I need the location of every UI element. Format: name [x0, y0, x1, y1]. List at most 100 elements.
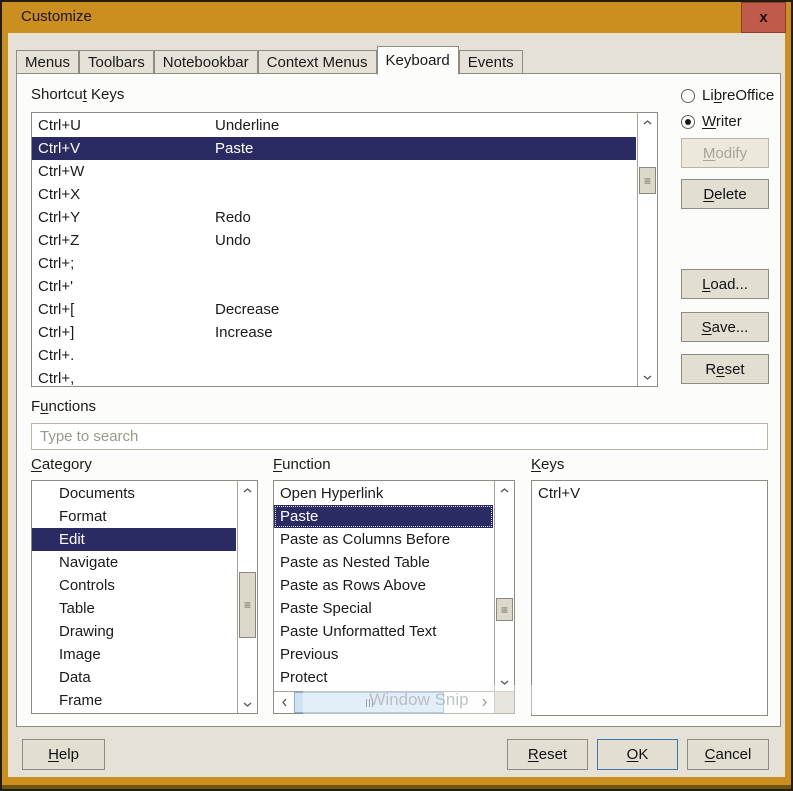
function-label: Function — [273, 456, 331, 473]
function-row[interactable]: Paste Unformatted Text — [274, 620, 493, 643]
function-vscrollbar[interactable]: ≡ — [494, 481, 514, 691]
shortcut-row[interactable]: Ctrl+[Decrease — [32, 298, 636, 321]
ok-button[interactable]: OK — [597, 739, 678, 770]
category-row[interactable]: Navigate — [32, 551, 236, 574]
shortcut-key-cell: Ctrl+. — [38, 347, 74, 364]
chevron-up-icon — [243, 488, 252, 493]
radio-libreoffice[interactable]: LibreOffice — [681, 87, 774, 104]
cancel-button[interactable]: Cancel — [687, 739, 769, 770]
shortcut-key-cell: Ctrl+Y — [38, 209, 80, 226]
function-hscrollbar[interactable] — [274, 691, 494, 713]
chevron-up-icon — [500, 488, 509, 493]
shortcut-row[interactable]: Ctrl+V Paste — [32, 137, 636, 160]
category-row[interactable]: Image — [32, 643, 236, 666]
shortcut-row[interactable]: Ctrl+. — [32, 344, 636, 367]
modify-button[interactable]: Modify — [681, 138, 769, 168]
scrollbar-corner — [494, 691, 514, 713]
shortcut-row[interactable]: Ctrl+Y Redo — [32, 206, 636, 229]
tab-menus[interactable]: Menus — [16, 50, 79, 74]
shortcut-command-cell: Increase — [215, 321, 273, 344]
category-scrollbar[interactable]: ≡ — [237, 481, 257, 713]
chevron-up-icon — [643, 120, 652, 125]
reset-keyboard-button[interactable]: Reset — [681, 354, 769, 384]
grip-icon: ≡ — [244, 599, 251, 611]
hscroll-thumb[interactable] — [294, 692, 444, 713]
shortcut-key-cell: Ctrl+V — [38, 140, 80, 157]
shortcut-command-cell: Underline — [215, 114, 279, 137]
keys-label: Keys — [531, 456, 564, 473]
tab-events[interactable]: Events — [459, 50, 523, 74]
shortcut-row[interactable]: Ctrl+ZUndo — [32, 229, 636, 252]
tab-keyboard[interactable]: Keyboard — [377, 46, 459, 75]
tab-notebookbar[interactable]: Notebookbar — [154, 50, 258, 74]
tab-toolbars[interactable]: Toolbars — [79, 50, 154, 74]
function-row[interactable]: Open Hyperlink — [274, 482, 493, 505]
delete-button[interactable]: Delete — [681, 179, 769, 209]
shortcut-keys-label: Shortcut Keys — [31, 86, 124, 103]
function-rows: Open HyperlinkPastePaste as Columns Befo… — [274, 482, 493, 689]
category-row[interactable]: Table — [32, 597, 236, 620]
keys-rows: Ctrl+V — [532, 482, 767, 505]
category-row[interactable]: Controls — [32, 574, 236, 597]
radio-writer[interactable]: Writer — [681, 113, 742, 130]
category-row[interactable]: Format — [32, 505, 236, 528]
shortcut-row[interactable]: Ctrl+] Increase — [32, 321, 636, 344]
keys-row[interactable]: Ctrl+V — [532, 482, 767, 505]
shortcut-key-cell: Ctrl+Z — [38, 232, 79, 249]
scroll-right-arrow[interactable] — [474, 692, 494, 713]
category-row[interactable]: Frame — [32, 689, 236, 712]
shortcut-key-cell: Ctrl+[ — [38, 301, 74, 318]
shortcut-command-cell: Paste — [215, 137, 253, 160]
category-row[interactable]: Drawing — [32, 620, 236, 643]
function-row[interactable]: Paste — [274, 505, 493, 528]
tab-bar: MenusToolbarsNotebookbarContext MenusKey… — [16, 45, 523, 74]
scroll-up-arrow[interactable] — [638, 113, 657, 131]
category-row[interactable]: Edit — [32, 528, 236, 551]
category-row[interactable]: Documents — [32, 482, 236, 505]
scroll-thumb[interactable]: ≡ — [239, 572, 256, 638]
function-row[interactable]: Paste as Columns Before — [274, 528, 493, 551]
shortcut-key-cell: Ctrl+' — [38, 278, 73, 295]
grip-icon: ≡ — [644, 175, 651, 187]
category-row[interactable]: Data — [32, 666, 236, 689]
scroll-thumb[interactable]: ≡ — [496, 598, 513, 621]
close-button[interactable]: x — [741, 2, 786, 33]
shortcut-row[interactable]: Ctrl+, — [32, 367, 636, 387]
function-row[interactable]: Protect — [274, 666, 493, 689]
scroll-left-arrow[interactable] — [274, 692, 294, 713]
function-row[interactable]: Paste as Nested Table — [274, 551, 493, 574]
window-bottom-edge — [2, 785, 791, 789]
shortcut-row[interactable]: Ctrl+' — [32, 275, 636, 298]
scroll-up-arrow[interactable] — [238, 481, 257, 499]
category-label: Category — [31, 456, 92, 473]
save-button[interactable]: Save... — [681, 312, 769, 342]
load-button[interactable]: Load... — [681, 269, 769, 299]
scroll-up-arrow[interactable] — [495, 481, 514, 499]
function-row[interactable]: Paste Special — [274, 597, 493, 620]
functions-search-input[interactable] — [31, 423, 768, 450]
shortcut-row[interactable]: Ctrl+X — [32, 183, 636, 206]
dialog-body: MenusToolbarsNotebookbarContext MenusKey… — [8, 33, 785, 777]
shortcut-key-cell: Ctrl+, — [38, 370, 74, 387]
tab-context-menus[interactable]: Context Menus — [258, 50, 377, 74]
shortcut-key-cell: Ctrl+X — [38, 186, 80, 203]
scroll-down-arrow[interactable] — [495, 673, 514, 691]
shortcut-command-cell: Redo — [215, 206, 251, 229]
function-row[interactable]: Previous — [274, 643, 493, 666]
shortcut-row[interactable]: Ctrl+W — [32, 160, 636, 183]
footer-reset-button[interactable]: Reset — [507, 739, 588, 770]
function-row[interactable]: Paste as Rows Above — [274, 574, 493, 597]
radio-writer-label: Writer — [702, 113, 742, 130]
shortcut-key-cell: Ctrl+U — [38, 117, 81, 134]
shortcut-key-cell: Ctrl+] — [38, 324, 74, 341]
shortcut-scrollbar[interactable]: ≡ — [637, 113, 657, 386]
scroll-down-arrow[interactable] — [638, 368, 657, 386]
scroll-down-arrow[interactable] — [238, 695, 257, 713]
shortcut-row[interactable]: Ctrl+U Underline — [32, 114, 636, 137]
radio-dot-icon — [681, 115, 695, 129]
shortcut-row[interactable]: Ctrl+; — [32, 252, 636, 275]
chevron-down-icon — [643, 375, 652, 380]
shortcut-key-cell: Ctrl+W — [38, 163, 84, 180]
help-button[interactable]: Help — [22, 739, 105, 770]
scroll-thumb[interactable]: ≡ — [639, 167, 656, 194]
